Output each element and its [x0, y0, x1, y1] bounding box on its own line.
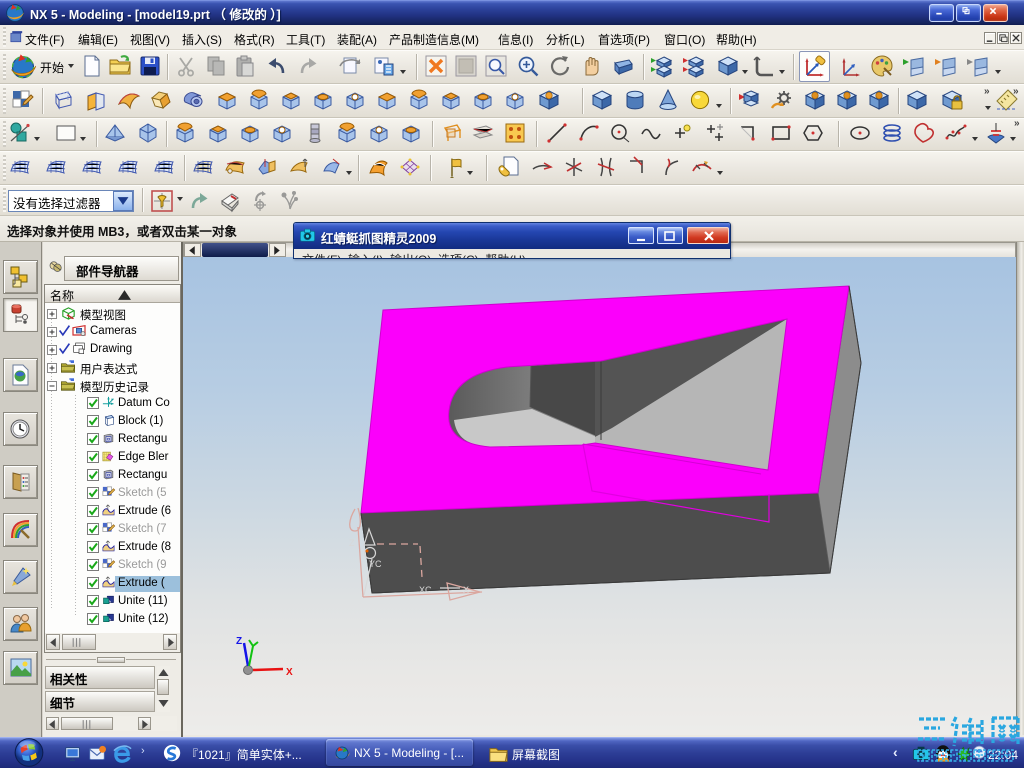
svg-text:YC: YC [369, 559, 382, 569]
svg-text:X: X [286, 667, 293, 678]
svg-text:X: X [463, 585, 469, 595]
svg-text:XC: XC [419, 585, 432, 595]
svg-text:Z: Z [236, 636, 242, 647]
svg-text:Z: Z [349, 538, 355, 548]
